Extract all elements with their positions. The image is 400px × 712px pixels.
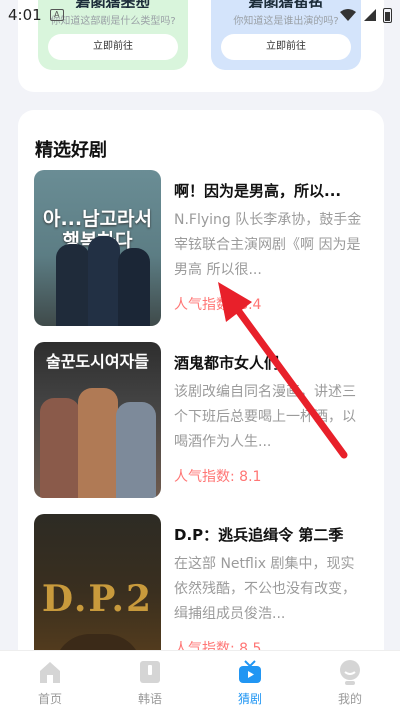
signal-icon — [364, 9, 376, 21]
poster-figure — [118, 248, 150, 326]
drama-title[interactable]: 酒鬼都市女人们 — [174, 352, 374, 373]
battery-icon — [383, 7, 392, 23]
drama-title[interactable]: D.P：逃兵追缉令 第二季 — [174, 524, 374, 545]
drama-title[interactable]: 啊！因为是男高，所以... — [174, 180, 374, 201]
drama-popularity: 人气指数: 8.4 — [174, 297, 262, 313]
drama-description: 在这部 Netflix 剧集中，现实依然残酷，不公也没有改变，缉捕组成员俊浩..… — [174, 556, 356, 622]
nav-korean-label: 韩语 — [137, 692, 162, 706]
status-bar: 4:01 A — [0, 0, 400, 30]
tv-icon — [239, 660, 261, 683]
drama-popularity: 人气指数: 8.1 — [174, 469, 262, 485]
drama-poster[interactable]: 아...남고라서 행복하다 — [34, 170, 161, 326]
wifi-icon — [340, 9, 356, 21]
profile-icon — [340, 660, 360, 685]
poster-figure — [40, 398, 80, 498]
poster-title-text: D.P.2 — [41, 578, 154, 620]
poster-title-text: 술꾼도시여자들 — [45, 352, 150, 371]
drama-item[interactable]: 술꾼도시여자들 酒鬼都市女人们 该剧改编自同名漫画，讲述三个下班后总要喝上一杯酒… — [34, 342, 374, 498]
book-icon — [140, 661, 160, 683]
guess-role-go-button[interactable]: 立即前往 — [221, 34, 351, 60]
nav-home[interactable]: 首页 — [0, 651, 100, 712]
nav-mine[interactable]: 我的 — [300, 651, 400, 712]
guess-type-go-button[interactable]: 立即前往 — [48, 34, 178, 60]
section-title: 精选好剧 — [35, 140, 107, 161]
bottom-navigation: 首页 韩语 猜剧 我的 — [0, 650, 400, 712]
nav-korean[interactable]: 韩语 — [100, 651, 200, 712]
poster-figure — [116, 402, 156, 498]
notification-app-icon: A — [49, 9, 64, 21]
drama-item[interactable]: 아...남고라서 행복하다 啊！因为是男高，所以... N.Flying 队长李… — [34, 170, 374, 326]
featured-dramas-card: 精选好剧 아...남고라서 행복하다 啊！因为是男高，所以... N.Flyin… — [18, 110, 384, 670]
status-time: 4:01 — [8, 6, 42, 24]
drama-poster[interactable]: D.P.2 — [34, 514, 161, 670]
nav-mine-label: 我的 — [337, 692, 362, 706]
drama-description: N.Flying 队长李承协，鼓手金宰铉联合主演网剧《啊 因为是男高 所以很..… — [174, 212, 362, 278]
nav-guess-drama[interactable]: 猜剧 — [200, 651, 300, 712]
poster-figure — [88, 236, 120, 326]
status-icons — [339, 7, 392, 23]
nav-home-label: 首页 — [37, 692, 62, 706]
drama-item[interactable]: D.P.2 D.P：逃兵追缉令 第二季 在这部 Netflix 剧集中，现实依然… — [34, 514, 374, 670]
drama-description: 该剧改编自同名漫画，讲述三个下班后总要喝上一杯酒，以喝酒作为人生... — [174, 384, 356, 450]
drama-poster[interactable]: 술꾼도시여자들 — [34, 342, 161, 498]
nav-guess-drama-label: 猜剧 — [237, 692, 262, 706]
poster-figure — [78, 388, 118, 498]
poster-figure — [56, 244, 90, 326]
home-icon — [40, 662, 60, 683]
